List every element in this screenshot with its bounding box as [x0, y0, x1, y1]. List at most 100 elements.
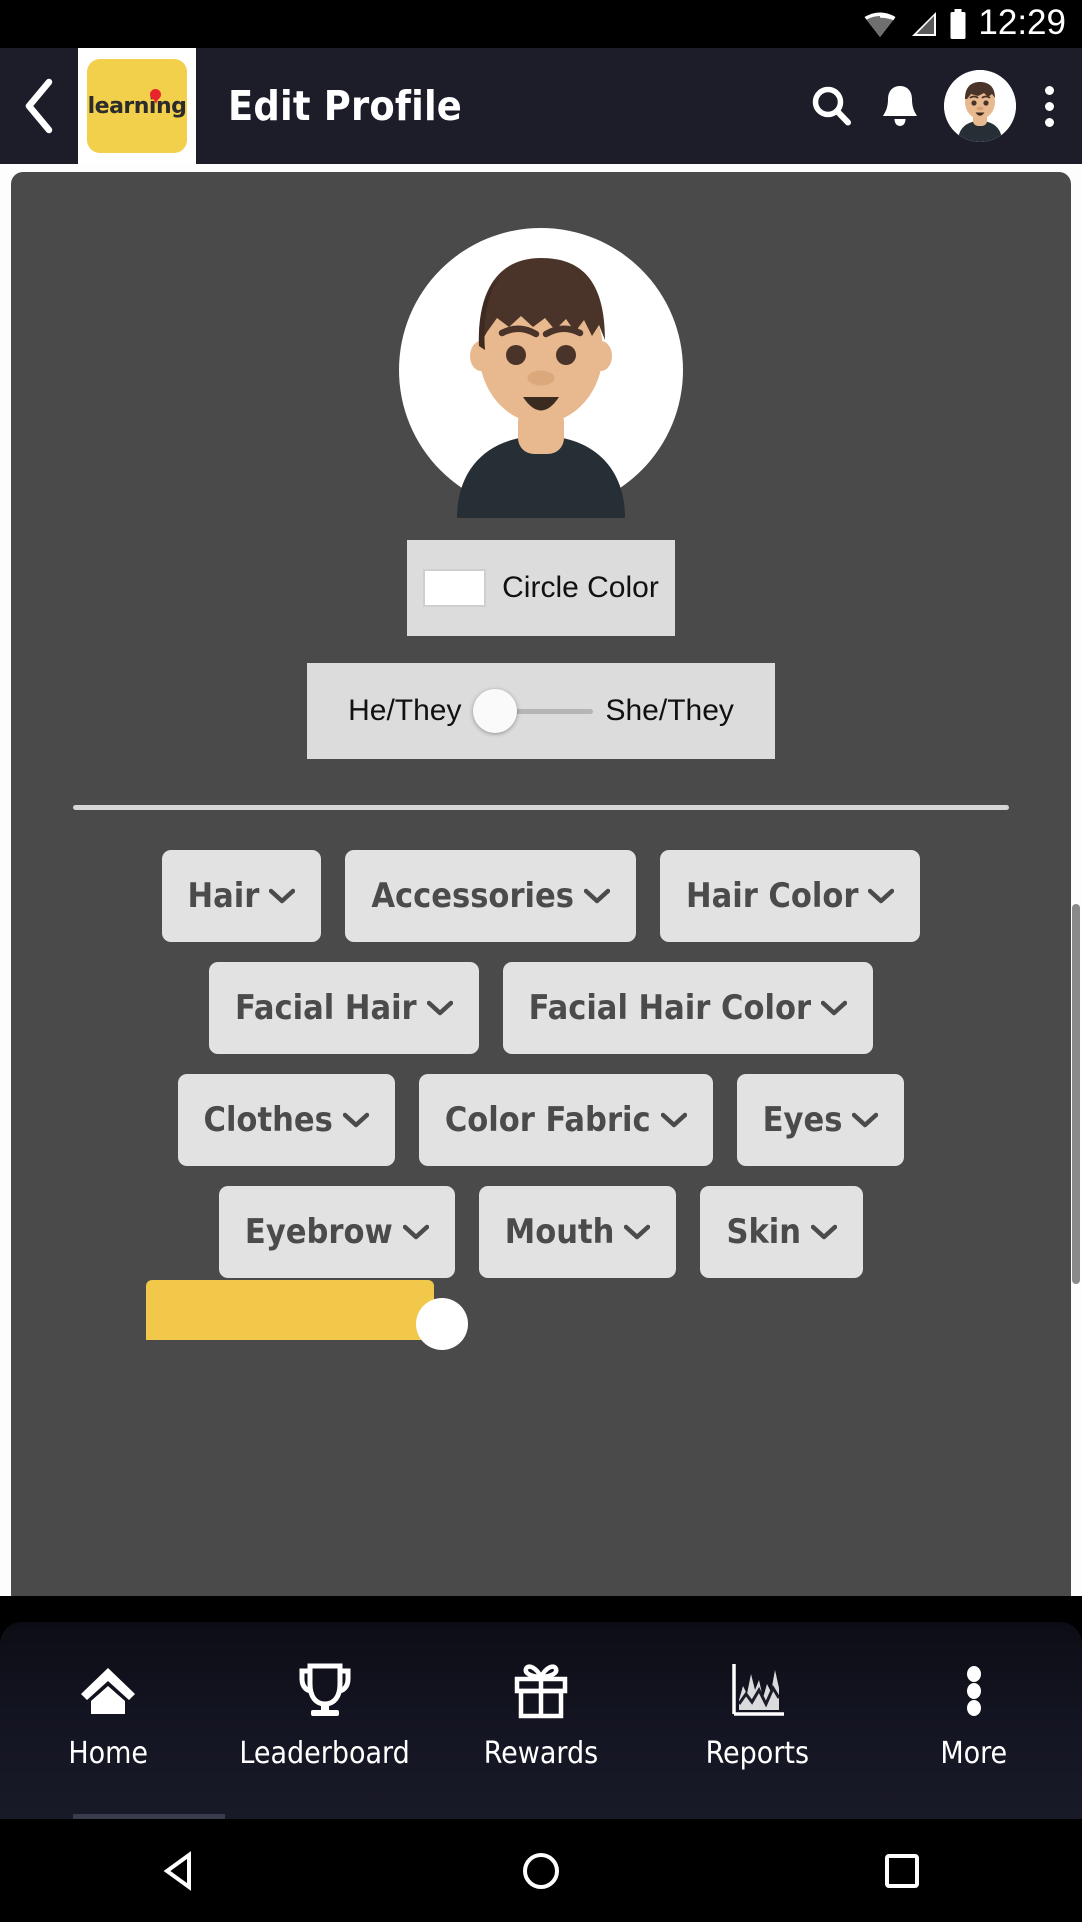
chevron-down-icon: [852, 1112, 879, 1128]
nav-item-home[interactable]: Home: [8, 1660, 208, 1771]
dropdown-hair-color[interactable]: Hair Color: [659, 850, 921, 942]
app-header: learning Edit Profile: [0, 48, 1082, 164]
chevron-down-icon: [583, 888, 610, 904]
dropdown-facial-hair-color[interactable]: Facial Hair Color: [502, 962, 874, 1054]
kebab-dot: [1044, 85, 1054, 95]
app-logo[interactable]: learning: [78, 48, 196, 164]
nav-label: Reports: [705, 1736, 810, 1771]
search-icon: [812, 86, 851, 126]
circle-color-button[interactable]: Circle Color: [407, 540, 675, 636]
dropdown-label: Hair Color: [685, 876, 859, 916]
search-button[interactable]: [798, 48, 866, 164]
avatar-options-row: Eyebrow Mouth Skin: [11, 1186, 1071, 1278]
dropdown-color-fabric[interactable]: Color Fabric: [418, 1074, 713, 1166]
edit-profile-card: Circle Color He/They She/They Hair Acces…: [11, 172, 1071, 1596]
kebab-dot: [1044, 117, 1054, 127]
trophy-icon: [299, 1663, 351, 1716]
nav-label: Leaderboard: [239, 1736, 410, 1771]
back-triangle-icon: [163, 1850, 192, 1891]
chevron-down-icon: [868, 888, 895, 904]
location-pin-icon: [150, 89, 161, 104]
save-button[interactable]: [146, 1280, 434, 1340]
dropdown-eyes[interactable]: Eyes: [736, 1074, 905, 1166]
chevron-down-icon: [426, 1000, 453, 1016]
pronoun-right-label: She/They: [605, 694, 734, 727]
dropdown-eyebrow[interactable]: Eyebrow: [218, 1186, 455, 1278]
chevron-down-icon: [821, 1000, 848, 1016]
bottom-navigation: Home Leaderboard Rewards Reports More: [0, 1622, 1082, 1819]
circle-color-label: Circle Color: [502, 571, 659, 604]
android-back-button[interactable]: [120, 1819, 240, 1922]
wifi-icon: [864, 12, 896, 37]
status-bar: 12:29: [0, 0, 1082, 48]
bell-icon: [883, 86, 917, 126]
dropdown-facial-hair[interactable]: Facial Hair: [208, 962, 479, 1054]
dropdown-hair[interactable]: Hair: [161, 850, 322, 942]
avatar-options-row: Hair Accessories Hair Color: [11, 850, 1071, 942]
avatar-illustration: [457, 258, 625, 518]
signal-icon: [912, 12, 937, 36]
status-clock: 12:29: [978, 3, 1066, 42]
home-icon: [81, 1668, 136, 1714]
kebab-menu-icon: [966, 1666, 981, 1716]
dropdown-label: Eyes: [762, 1100, 843, 1140]
home-circle-icon: [522, 1852, 559, 1889]
vertical-scrollbar[interactable]: [1072, 904, 1080, 1284]
slider-thumb[interactable]: [473, 689, 518, 733]
recents-square-icon: [884, 1853, 919, 1888]
chevron-down-icon: [269, 888, 296, 904]
pronoun-slider-control: He/They She/They: [307, 663, 775, 759]
dropdown-label: Skin: [726, 1212, 802, 1252]
pronoun-slider[interactable]: [473, 689, 594, 733]
header-avatar[interactable]: [944, 70, 1016, 142]
back-button[interactable]: [0, 48, 78, 164]
avatar-options-row: Clothes Color Fabric Eyes: [11, 1074, 1071, 1166]
nav-item-more[interactable]: More: [874, 1660, 1074, 1771]
app-root: 12:29 learning Edit Profile Circle Color…: [0, 0, 1082, 1922]
header-overflow-button[interactable]: [1026, 48, 1072, 164]
avatar-artwork: [399, 228, 683, 518]
kebab-dot: [1044, 101, 1054, 111]
avatar-options-row: Facial Hair Facial Hair Color: [11, 962, 1071, 1054]
avatar-options-grid: Hair Accessories Hair Color Facial Hair: [11, 850, 1071, 1298]
dropdown-label: Clothes: [203, 1100, 333, 1140]
chevron-left-icon: [25, 78, 53, 134]
chevron-down-icon: [402, 1224, 429, 1240]
dropdown-label: Color Fabric: [444, 1100, 651, 1140]
chevron-down-icon: [660, 1112, 687, 1128]
nav-item-rewards[interactable]: Rewards: [441, 1660, 641, 1771]
dropdown-mouth[interactable]: Mouth: [478, 1186, 677, 1278]
chevron-down-icon: [811, 1224, 838, 1240]
pronoun-left-label: He/They: [348, 694, 462, 727]
gift-icon: [514, 1664, 568, 1719]
android-system-nav: [0, 1819, 1082, 1922]
dropdown-clothes[interactable]: Clothes: [177, 1074, 395, 1166]
android-recents-button[interactable]: [842, 1819, 962, 1922]
dropdown-label: Facial Hair Color: [528, 988, 812, 1028]
nav-item-reports[interactable]: Reports: [657, 1660, 857, 1771]
save-button-badge[interactable]: [416, 1298, 468, 1350]
section-divider: [73, 805, 1009, 810]
dropdown-accessories[interactable]: Accessories: [345, 850, 636, 942]
logo-tile-inner: learning: [87, 59, 187, 153]
circle-color-swatch[interactable]: [423, 569, 487, 607]
user-avatar: [944, 70, 1016, 142]
dropdown-label: Facial Hair: [234, 988, 417, 1028]
chart-icon: [732, 1664, 785, 1716]
nav-label: More: [940, 1736, 1008, 1771]
dropdown-label: Mouth: [504, 1212, 615, 1252]
battery-icon: [950, 9, 966, 39]
nav-label: Home: [68, 1736, 149, 1771]
profile-avatar-preview: [399, 228, 683, 518]
android-home-button[interactable]: [481, 1819, 601, 1922]
nav-label: Rewards: [483, 1736, 599, 1771]
nav-item-leaderboard[interactable]: Leaderboard: [225, 1660, 425, 1771]
page-title: Edit Profile: [228, 82, 463, 130]
dropdown-label: Eyebrow: [244, 1212, 393, 1252]
content-scroll-area[interactable]: Circle Color He/They She/They Hair Acces…: [0, 164, 1082, 1596]
dropdown-label: Hair: [187, 876, 260, 916]
chevron-down-icon: [624, 1224, 651, 1240]
dropdown-skin[interactable]: Skin: [700, 1186, 864, 1278]
notifications-button[interactable]: [866, 48, 934, 164]
dropdown-label: Accessories: [371, 876, 574, 916]
